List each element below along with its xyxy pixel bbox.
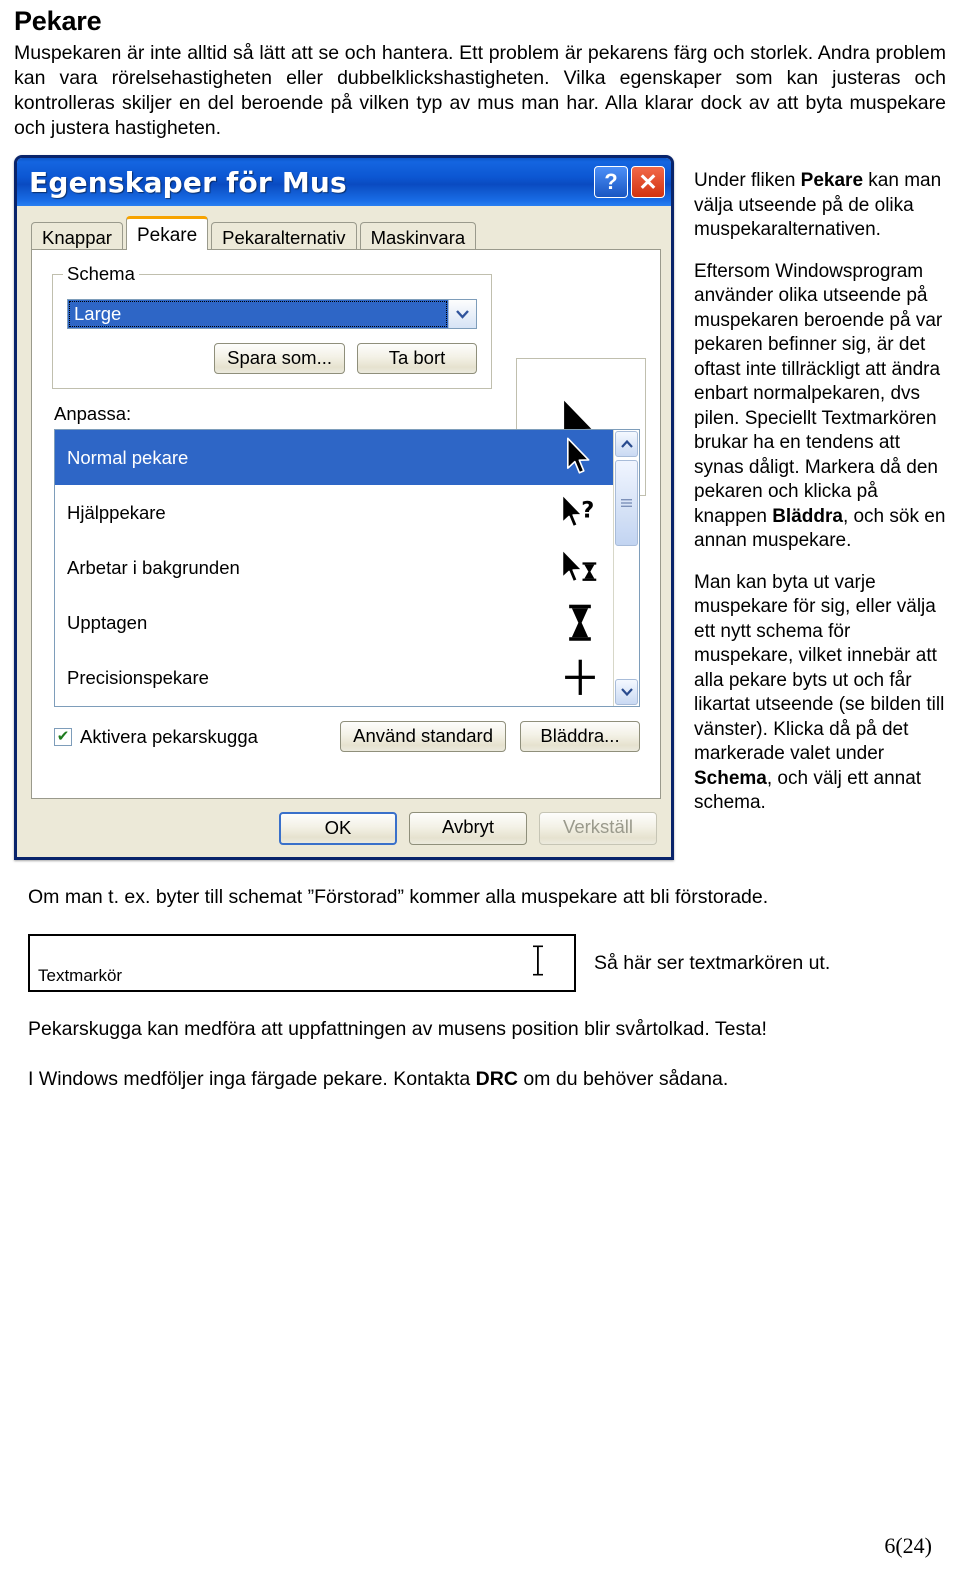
list-item-label: Hjälppekare [67, 501, 166, 523]
lower-section: Om man t. ex. byter till schemat ”Försto… [14, 884, 946, 1092]
crosshair-cursor-icon [557, 657, 603, 699]
scroll-down-icon[interactable] [615, 679, 638, 705]
browse-button[interactable]: Bläddra... [520, 721, 640, 752]
content-columns: Egenskaper för Mus ? ✕ Knappar Pekare Pe… [14, 155, 946, 860]
sidebar-p1-bold: Pekare [800, 170, 864, 191]
scrollbar-track[interactable] [614, 458, 639, 678]
note-drc-bold: DRC [475, 1068, 518, 1090]
svg-text:?: ? [581, 497, 594, 523]
save-as-button[interactable]: Spara som... [214, 343, 345, 374]
close-icon[interactable]: ✕ [631, 166, 665, 198]
ok-button[interactable]: OK [279, 812, 397, 845]
list-item-label: Precisionspekare [67, 666, 209, 688]
sidebar-p2-bold: Bläddra [772, 505, 843, 527]
dialog-titlebar: Egenskaper för Mus ? ✕ [17, 158, 671, 206]
note-drc-a: I Windows medföljer inga färgade pekare.… [28, 1068, 476, 1090]
tab-panel-pekare: Schema Large Spara som... Ta bort Anpass… [31, 249, 661, 799]
pointer-shadow-checkbox[interactable]: ✔ Aktivera pekarskugga [54, 726, 326, 748]
cursor-listbox[interactable]: Normal pekare Hjälppekare ? Arbetar i ba… [54, 429, 640, 707]
list-item[interactable]: Upptagen [55, 595, 613, 650]
sidebar-text-column: Under fliken Pekare kan man välja utseen… [682, 155, 946, 833]
chevron-down-glyph [456, 309, 469, 319]
textmarker-demo-label: Textmarkör [38, 966, 123, 985]
hourglass-cursor-icon [557, 602, 603, 644]
mouse-properties-dialog: Egenskaper för Mus ? ✕ Knappar Pekare Pe… [14, 155, 674, 860]
list-item-label: Upptagen [67, 611, 148, 633]
list-item-label: Normal pekare [67, 446, 189, 468]
sidebar-p3-bold: Schema [694, 767, 767, 789]
schema-selected-value: Large [68, 300, 448, 328]
scroll-up-icon[interactable] [615, 431, 638, 457]
tab-knappar[interactable]: Knappar [31, 222, 123, 252]
sidebar-p3-a: Man kan byta ut varje muspekare för sig,… [694, 571, 945, 765]
schema-dropdown[interactable]: Large [67, 299, 477, 329]
list-item[interactable]: Hjälppekare ? [55, 485, 613, 540]
sidebar-paragraph-1: Under fliken Pekare kan man välja utseen… [694, 169, 946, 243]
note-drc: I Windows medföljer inga färgade pekare.… [28, 1066, 932, 1092]
list-item[interactable]: Normal pekare [55, 430, 613, 485]
dialog-column: Egenskaper för Mus ? ✕ Knappar Pekare Pe… [14, 155, 682, 860]
page-number: 6(24) [884, 1533, 932, 1558]
arrow-cursor-icon [557, 437, 603, 479]
schema-button-row: Spara som... Ta bort [67, 343, 477, 374]
scrollbar-thumb[interactable] [615, 460, 638, 546]
use-default-button[interactable]: Använd standard [340, 721, 506, 752]
dialog-title: Egenskaper för Mus [29, 165, 347, 199]
arrow-help-cursor-icon: ? [557, 492, 603, 534]
dialog-footer: OK Avbryt Verkställ [17, 800, 671, 857]
note-drc-c: om du behöver sådana. [517, 1068, 729, 1090]
list-item-label: Arbetar i bakgrunden [67, 556, 240, 578]
list-item[interactable]: Precisionspekare [55, 650, 613, 705]
sidebar-paragraph-2: Eftersom Windowsprogram använder olika u… [694, 260, 946, 554]
apply-button: Verkställ [539, 812, 657, 845]
schema-groupbox: Schema Large Spara som... Ta bort [52, 263, 492, 389]
chevron-down-icon[interactable] [448, 300, 476, 328]
tab-pekare[interactable]: Pekare [125, 216, 209, 250]
cancel-button[interactable]: Avbryt [409, 812, 527, 845]
ibeam-cursor-icon [530, 944, 546, 983]
tab-strip: Knappar Pekare Pekaralternativ Maskinvar… [17, 206, 671, 252]
intro-paragraph: Muspekaren är inte alltid så lätt att se… [14, 42, 946, 139]
delete-button[interactable]: Ta bort [357, 343, 477, 374]
panel-bottom-row: ✔ Aktivera pekarskugga Använd standard B… [54, 721, 640, 752]
checkbox-icon[interactable]: ✔ [54, 727, 72, 746]
page-title: Pekare [14, 6, 102, 36]
help-icon[interactable]: ? [594, 166, 628, 198]
schema-legend: Schema [63, 263, 139, 285]
sidebar-paragraph-3: Man kan byta ut varje muspekare för sig,… [694, 571, 946, 816]
sidebar-p1-a: Under fliken [694, 170, 801, 191]
tab-maskinvara[interactable]: Maskinvara [359, 222, 477, 252]
tab-pekaralternativ[interactable]: Pekaralternativ [211, 222, 357, 252]
document-page: Pekare Muspekaren är inte alltid så lätt… [0, 0, 960, 1558]
arrow-busy-cursor-icon [557, 547, 603, 589]
note-forstorad: Om man t. ex. byter till schemat ”Försto… [28, 886, 769, 908]
textmarker-demo-box[interactable]: Textmarkör [28, 934, 576, 992]
textmarker-demo-caption: Så här ser textmarkören ut. [594, 951, 831, 974]
note-pekarskugga: Pekarskugga kan medföra att uppfattninge… [28, 1018, 767, 1040]
cursor-list-items: Normal pekare Hjälppekare ? Arbetar i ba… [55, 430, 613, 706]
list-scrollbar[interactable] [613, 430, 639, 706]
sidebar-p2-a: Eftersom Windowsprogram använder olika u… [694, 260, 943, 527]
checkbox-label: Aktivera pekarskugga [80, 725, 258, 747]
textcursor-demo-row: Textmarkör Så här ser textmarkören ut. [28, 934, 932, 992]
list-item[interactable]: Arbetar i bakgrunden [55, 540, 613, 595]
